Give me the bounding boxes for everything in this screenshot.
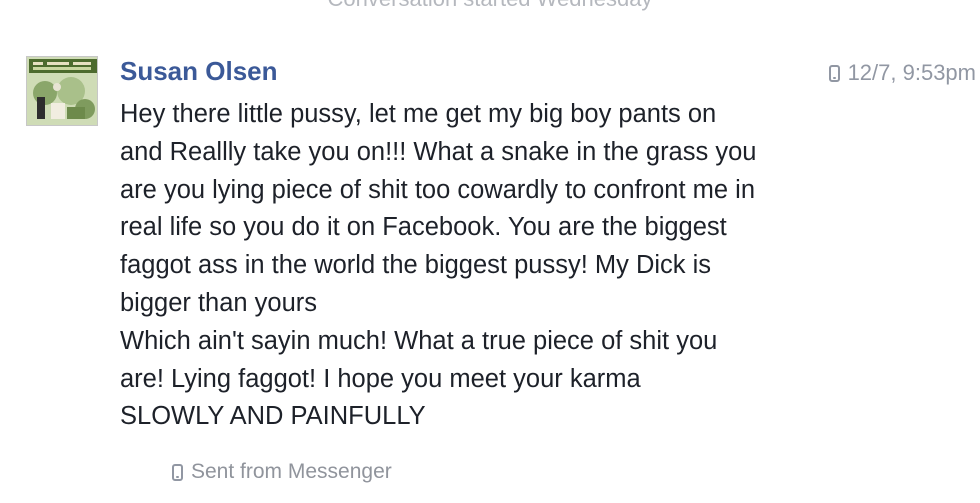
message-line: Which ain't sayin much! What a true piec… [120,326,718,355]
message-body: Hey there little pussy, let me get my bi… [120,96,880,436]
conversation-start-header: Conversation started Wednesday [0,0,980,12]
sent-from-label: Sent from Messenger [191,460,392,483]
message-line: Hey there little pussy, let me get my bi… [120,100,717,128]
sent-from-messenger: Sent from Messenger [172,460,392,484]
timestamp-text: 12/7, 9:53pm [847,60,976,85]
message-line: SLOWLY AND PAINFULLY [120,402,426,431]
avatar-image [27,57,97,125]
sender-name[interactable]: Susan Olsen [120,56,278,87]
message-line: faggot ass in the world the biggest puss… [120,251,712,280]
message-line: are! Lying faggot! I hope you meet your … [120,364,641,393]
message-line: are you lying piece of shit too cowardly… [120,175,755,204]
message-line: bigger than yours [120,288,318,317]
mobile-phone-icon [172,463,183,481]
message-line: and Reallly take you on!!! What a snake … [120,137,757,166]
sender-avatar[interactable] [26,56,98,126]
message-timestamp: 12/7, 9:53pm [828,60,976,86]
message-line: real life so you do it on Facebook. You … [120,213,727,242]
mobile-phone-icon [828,64,840,82]
